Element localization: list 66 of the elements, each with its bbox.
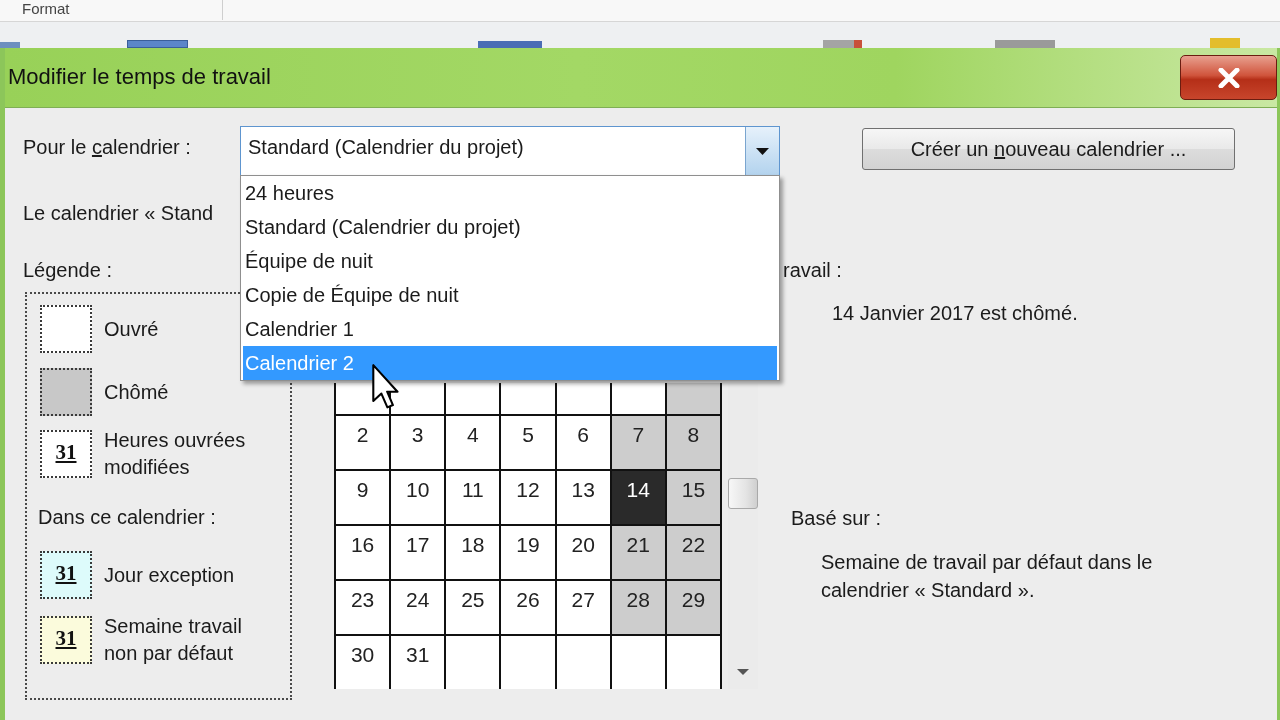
scrollbar-thumb[interactable] bbox=[728, 478, 758, 509]
day-cell[interactable]: 26 bbox=[501, 581, 555, 634]
scroll-down-arrow-icon[interactable] bbox=[737, 669, 749, 675]
legend-label: Semaine travail non par défaut bbox=[104, 614, 243, 666]
section-heading: ravail : bbox=[783, 258, 842, 282]
calendar-note: Le calendrier « Stand bbox=[23, 201, 214, 225]
legend-swatch: 31 bbox=[40, 616, 92, 664]
dropdown-option[interactable]: Équipe de nuit bbox=[243, 244, 777, 278]
day-cell[interactable]: 13 bbox=[556, 471, 610, 524]
day-cell[interactable]: 4 bbox=[446, 416, 500, 469]
day-cell[interactable]: 7 bbox=[611, 416, 665, 469]
close-button[interactable] bbox=[1180, 55, 1277, 100]
menu-item[interactable]: Format bbox=[22, 0, 70, 18]
day-cell[interactable]: 12 bbox=[501, 471, 555, 524]
based-on-label: Basé sur : bbox=[791, 506, 882, 530]
day-cell[interactable]: 21 bbox=[611, 526, 665, 579]
day-cell[interactable]: 5 bbox=[501, 416, 555, 469]
toolbar-icon[interactable] bbox=[823, 40, 862, 48]
legend-label: Ouvré bbox=[104, 316, 159, 342]
window-title: Modifier le temps de travail bbox=[8, 64, 271, 90]
day-cell[interactable]: 2 bbox=[336, 416, 390, 469]
day-cell[interactable]: 28 bbox=[611, 581, 665, 634]
day-cell[interactable]: 16 bbox=[336, 526, 390, 579]
day-cell[interactable]: 3 bbox=[391, 416, 445, 469]
toolbar-icon[interactable] bbox=[478, 41, 542, 48]
day-cell[interactable]: 29 bbox=[666, 581, 720, 634]
day-cell[interactable]: 10 bbox=[391, 471, 445, 524]
toolbar-icon[interactable] bbox=[127, 40, 188, 48]
calendar-label: Pour le calendrier : bbox=[23, 135, 191, 159]
day-cell[interactable]: 9 bbox=[336, 471, 390, 524]
day-cell[interactable]: 15 bbox=[666, 471, 720, 524]
legend-section-title: Dans ce calendrier : bbox=[38, 505, 216, 529]
dropdown-option[interactable]: Standard (Calendrier du projet) bbox=[243, 210, 777, 244]
day-cell[interactable]: 27 bbox=[556, 581, 610, 634]
toolbar-icon[interactable] bbox=[0, 42, 20, 48]
toolbar-icon[interactable] bbox=[995, 40, 1055, 48]
legend-title: Légende : bbox=[23, 258, 112, 282]
legend-label: Jour exception bbox=[104, 562, 235, 588]
caret-icon bbox=[756, 147, 769, 155]
toolbar-icon[interactable] bbox=[1210, 38, 1240, 48]
legend-label: Heures ouvrées modifiées bbox=[104, 428, 247, 480]
day-cell[interactable]: 23 bbox=[336, 581, 390, 634]
day-cell[interactable]: 6 bbox=[556, 416, 610, 469]
legend-swatch: 31 bbox=[40, 551, 92, 599]
legend-swatch: 31 bbox=[40, 430, 92, 478]
day-cell[interactable]: 25 bbox=[446, 581, 500, 634]
new-calendar-button[interactable]: Créer un nouveau calendrier ... bbox=[862, 128, 1235, 170]
day-cell[interactable]: 19 bbox=[501, 526, 555, 579]
day-cell[interactable]: 11 bbox=[446, 471, 500, 524]
day-cell[interactable]: 20 bbox=[556, 526, 610, 579]
dropdown-option[interactable]: Calendrier 1 bbox=[243, 312, 777, 346]
day-cell[interactable]: 31 bbox=[391, 636, 445, 689]
dropdown-option[interactable]: 24 heures bbox=[243, 176, 777, 210]
day-cell[interactable]: 8 bbox=[666, 416, 720, 469]
dropdown-option[interactable]: Copie de Équipe de nuit bbox=[243, 278, 777, 312]
based-on-text: Semaine de travail par défaut dans le calendrier « Standard ». bbox=[821, 550, 1154, 603]
day-cell[interactable]: 17 bbox=[391, 526, 445, 579]
day-cell[interactable]: 22 bbox=[666, 526, 720, 579]
legend-label: Chômé bbox=[104, 379, 169, 405]
calendar-combobox[interactable]: Standard (Calendrier du projet) bbox=[240, 126, 780, 176]
close-icon bbox=[1217, 67, 1240, 88]
dropdown-button[interactable] bbox=[745, 127, 779, 175]
day-cell[interactable]: 24 bbox=[391, 581, 445, 634]
day-cell[interactable]: 18 bbox=[446, 526, 500, 579]
day-cell[interactable]: 30 bbox=[336, 636, 390, 689]
selected-day-status: 14 Janvier 2017 est chômé. bbox=[832, 301, 1078, 325]
